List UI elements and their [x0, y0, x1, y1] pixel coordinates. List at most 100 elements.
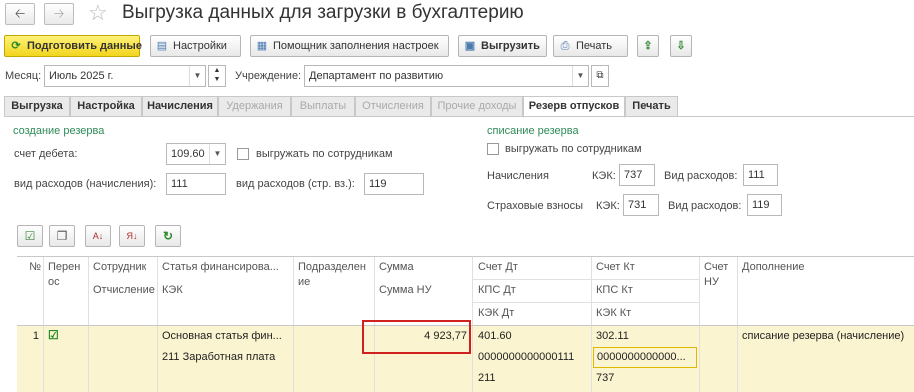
- settings-wizard-button[interactable]: ▦ Помощник заполнения настроек: [250, 35, 449, 57]
- excel-import-icon: ⇩: [676, 40, 686, 52]
- month-field[interactable]: Июль 2025 г. ▼: [44, 65, 206, 87]
- tab-print[interactable]: Печать: [625, 96, 678, 117]
- refresh-icon: ↻: [162, 229, 174, 243]
- print-button[interactable]: ⎙ Печать: [553, 35, 628, 57]
- col-num[interactable]: №: [19, 261, 41, 273]
- col-amount-nu[interactable]: Сумма НУ: [379, 284, 432, 296]
- tab-export[interactable]: Выгрузка: [4, 96, 70, 117]
- stepper-down-icon[interactable]: ▼: [214, 76, 221, 83]
- month-label: Месяц:: [5, 70, 42, 82]
- per-employee-checkbox[interactable]: [237, 148, 249, 160]
- forward-button[interactable]: 🡢: [44, 3, 74, 25]
- col-acc-kt[interactable]: Счет Кт: [596, 261, 635, 273]
- create-reserve-title: создание резерва: [13, 125, 105, 137]
- expense-type-field[interactable]: 111: [166, 173, 226, 195]
- per-employee-label: выгружать по сотрудникам: [256, 148, 393, 160]
- row-extra[interactable]: списание резерва (начисление): [742, 330, 912, 342]
- col-division[interactable]: Подразделен: [298, 261, 366, 273]
- refresh-button[interactable]: ↻: [155, 225, 181, 247]
- save-icon: ▣: [464, 40, 476, 52]
- highlight-box: [362, 320, 471, 354]
- open-org-button[interactable]: ⧉: [591, 65, 609, 87]
- sort-desc-icon: Я↓: [126, 231, 138, 241]
- debit-account-label: счет дебета:: [14, 148, 78, 160]
- settings-wizard-label: Помощник заполнения настроек: [273, 40, 439, 52]
- check-all-icon: ☑: [24, 229, 36, 243]
- export-button[interactable]: ▣ Выгрузить: [458, 35, 547, 57]
- row-kek[interactable]: 211 Заработная плата: [162, 351, 292, 363]
- import-excel-button[interactable]: ⇩: [670, 35, 692, 57]
- uncheck-all-button[interactable]: ❐: [49, 225, 75, 247]
- check-all-button[interactable]: ☑: [17, 225, 43, 247]
- col-fin-article[interactable]: Статья финансирова...: [162, 261, 290, 273]
- wo-per-employee-label: выгружать по сотрудникам: [505, 143, 642, 155]
- row-kek-kt[interactable]: 737: [596, 372, 614, 384]
- export-excel-button[interactable]: ⇪: [637, 35, 659, 57]
- month-stepper[interactable]: ▲ ▼: [208, 65, 226, 87]
- refresh-icon: ⟳: [11, 40, 21, 52]
- col-kek-dt[interactable]: КЭК Дт: [478, 307, 514, 319]
- data-table: № Перен ос Сотрудник Отчисление Статья ф…: [17, 256, 914, 392]
- org-field[interactable]: Департамент по развитию ▼: [304, 65, 589, 87]
- arrow-left-icon: 🡠: [14, 6, 26, 21]
- chevron-down-icon[interactable]: ▼: [572, 66, 588, 86]
- favorite-star-icon[interactable]: ☆: [88, 0, 108, 26]
- accruals-exp-field[interactable]: 111: [743, 164, 778, 186]
- wizard-icon: ▦: [256, 40, 268, 52]
- wo-per-employee-checkbox[interactable]: [487, 143, 499, 155]
- debit-account-field[interactable]: 109.60 ▼: [166, 143, 226, 165]
- insurance-kek-label: КЭК:: [596, 200, 620, 212]
- col-acc-dt[interactable]: Счет Дт: [478, 261, 518, 273]
- row-fin-article[interactable]: Основная статья фин...: [162, 330, 292, 342]
- insurance-kek-field[interactable]: 731: [623, 194, 659, 216]
- sort-desc-button[interactable]: Я↓: [119, 225, 145, 247]
- settings-label: Настройки: [173, 40, 227, 52]
- tab-contributions[interactable]: Отчисления: [355, 96, 431, 117]
- col-deduction[interactable]: Отчисление: [93, 284, 155, 296]
- expense-type-ins-field[interactable]: 119: [364, 173, 424, 195]
- col-amount[interactable]: Сумма: [379, 261, 414, 273]
- tab-vacation-reserve[interactable]: Резерв отпусков: [523, 96, 625, 118]
- prepare-data-label: Подготовить данные: [27, 40, 142, 52]
- row-acc-kt[interactable]: 302.11: [596, 330, 629, 342]
- tab-settings[interactable]: Настройка: [70, 96, 142, 117]
- expense-type-label: вид расходов (начисления):: [14, 178, 157, 190]
- col-extra[interactable]: Дополнение: [742, 261, 804, 273]
- col-transfer[interactable]: Перен: [48, 261, 80, 273]
- accruals-kek-label: КЭК:: [592, 170, 616, 182]
- col-division-2: ие: [298, 276, 311, 288]
- col-employee[interactable]: Сотрудник: [93, 261, 146, 273]
- accruals-kek-field[interactable]: 737: [619, 164, 655, 186]
- insurance-exp-label: Вид расходов:: [668, 200, 742, 212]
- back-button[interactable]: 🡠: [5, 3, 35, 25]
- settings-button[interactable]: ▤ Настройки: [150, 35, 241, 57]
- org-label: Учреждение:: [235, 70, 302, 82]
- chevron-down-icon[interactable]: ▼: [189, 66, 205, 86]
- col-kek[interactable]: КЭК: [162, 284, 183, 296]
- page-title: Выгрузка данных для загрузки в бухгалтер…: [122, 2, 524, 23]
- stepper-up-icon[interactable]: ▲: [214, 67, 221, 74]
- row-acc-dt[interactable]: 401.60: [478, 330, 512, 342]
- tab-accruals[interactable]: Начисления: [142, 96, 218, 117]
- row-kek-dt[interactable]: 211: [478, 372, 496, 384]
- write-off-title: списание резерва: [487, 125, 579, 137]
- insurance-exp-field[interactable]: 119: [747, 194, 782, 216]
- chevron-down-icon[interactable]: ▼: [209, 144, 225, 164]
- accruals-exp-label: Вид расходов:: [664, 170, 738, 182]
- uncheck-all-icon: ❐: [56, 229, 68, 243]
- sort-asc-button[interactable]: А↓: [85, 225, 111, 247]
- tab-other-income[interactable]: Прочие доходы: [431, 96, 523, 117]
- insurance-label: Страховые взносы: [487, 200, 583, 212]
- tab-deductions[interactable]: Удержания: [218, 96, 291, 117]
- transfer-checkbox[interactable]: ☑: [48, 328, 59, 342]
- settings-icon: ▤: [156, 40, 168, 52]
- col-kek-kt[interactable]: КЭК Кт: [596, 307, 631, 319]
- print-label: Печать: [576, 40, 613, 52]
- col-kps-kt[interactable]: КПС Кт: [596, 284, 633, 296]
- col-kps-dt[interactable]: КПС Дт: [478, 284, 516, 296]
- prepare-data-button[interactable]: ⟳ Подготовить данные: [4, 35, 142, 57]
- tab-payments[interactable]: Выплаты: [291, 96, 355, 117]
- row-kps-dt[interactable]: 0000000000000111: [478, 351, 574, 363]
- col-acc-nu[interactable]: Счет: [704, 261, 728, 273]
- row-kps-kt[interactable]: 0000000000000...: [593, 347, 697, 368]
